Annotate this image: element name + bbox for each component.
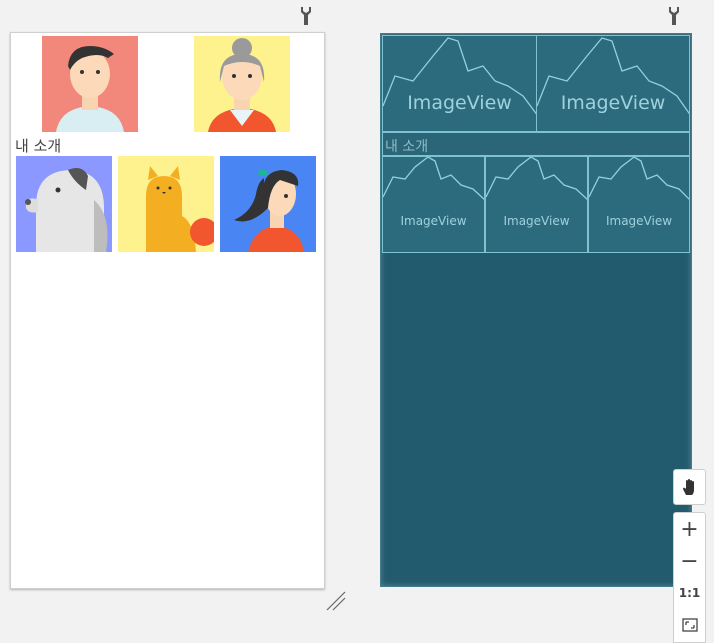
image-view-label: ImageView [400,214,467,228]
blueprint-image-view[interactable]: ImageView [588,156,690,253]
design-preview[interactable]: 내 소개 [10,32,325,589]
image-view-label: ImageView [503,214,570,228]
wrench-icon[interactable] [667,7,681,25]
image-view-label: ImageView [560,92,666,114]
blueprint-image-view[interactable]: ImageView [382,35,537,132]
blueprint-image-view[interactable]: ImageView [485,156,588,253]
zoom-controls: + − 1:1 [673,512,706,643]
pan-button[interactable] [673,469,706,505]
dog-image[interactable] [16,156,112,252]
blueprint-image-view[interactable]: ImageView [382,156,485,253]
avatar-boy-image[interactable] [42,36,138,132]
cat-image[interactable] [118,156,214,252]
blueprint-image-view[interactable]: ImageView [536,35,690,132]
girl-image[interactable] [220,156,316,252]
resize-handle-icon[interactable] [325,590,349,614]
image-view-label: ImageView [605,214,673,228]
zoom-out-button[interactable]: − [674,545,705,577]
zoom-one-to-one-button[interactable]: 1:1 [674,577,705,609]
hand-icon [674,470,705,504]
blueprint-preview[interactable]: ImageView ImageView 내 소개 ImageView Image… [380,33,692,587]
fit-screen-icon [681,618,698,632]
image-view-label: ImageView [407,92,512,114]
fit-screen-button[interactable] [674,609,705,641]
intro-text: 내 소개 [15,137,62,155]
blueprint-text-view[interactable]: 내 소개 [382,132,690,156]
avatar-grandma-image[interactable] [194,36,290,132]
blueprint-intro-text: 내 소개 [385,139,429,155]
wrench-icon[interactable] [299,7,313,25]
zoom-in-button[interactable]: + [674,513,705,545]
